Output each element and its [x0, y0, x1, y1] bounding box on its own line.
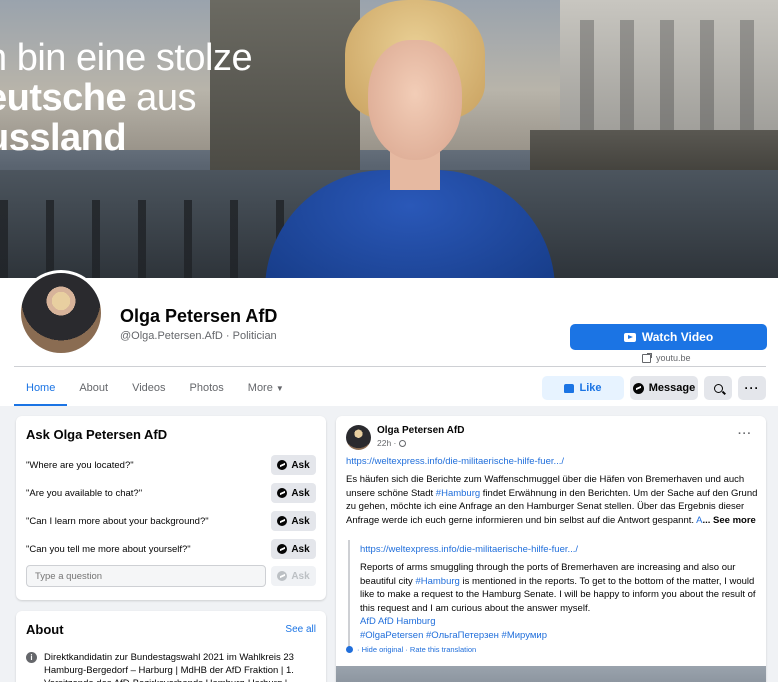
- about-text: Direktkandidatin zur Bundestagswahl 2021…: [44, 652, 294, 682]
- tab-videos[interactable]: Videos: [120, 372, 177, 406]
- search-icon: [713, 383, 723, 393]
- ask-button[interactable]: Ask: [271, 511, 316, 531]
- see-all-link[interactable]: See all: [285, 624, 316, 635]
- slogan-line-2: eutsche aus: [0, 78, 252, 118]
- messenger-icon: [277, 460, 288, 470]
- translation-footer[interactable]: · Hide original · Rate this translation: [346, 645, 476, 654]
- post-timestamp[interactable]: 22h ·: [377, 438, 407, 448]
- external-link-icon: [642, 352, 652, 363]
- cover-photo[interactable]: h bin eine stolze eutsche aus ussland: [0, 0, 778, 278]
- profile-avatar[interactable]: [18, 270, 104, 356]
- slogan-line-2-bold: eutsche: [0, 77, 127, 119]
- facebook-page: h bin eine stolze eutsche aus ussland Ol…: [0, 0, 778, 682]
- more-dots-icon: ···: [744, 381, 760, 395]
- like-button[interactable]: Like: [542, 376, 624, 400]
- messenger-icon: [277, 516, 288, 526]
- more-actions-button[interactable]: ···: [738, 376, 766, 400]
- ask-row: "Are you available to chat?" Ask: [26, 482, 316, 504]
- profile-handle: @Olga.Petersen.AfD · Politician: [120, 330, 277, 342]
- watch-video-button[interactable]: Watch Video: [570, 324, 767, 350]
- post-media-preview[interactable]: [336, 666, 766, 682]
- info-icon: i: [26, 652, 37, 663]
- see-more-link[interactable]: ... See more: [703, 515, 756, 526]
- ask-row: "Can you tell me more about yourself?" A…: [26, 538, 316, 560]
- about-card: About See all i Direktkandidatin zur Bun…: [16, 611, 326, 682]
- translation-tags-line-2[interactable]: #OlgaPetersen #ОльгаПетерзен #Мирумир: [360, 629, 758, 643]
- slogan-line-2-rest: aus: [126, 77, 196, 119]
- post-translation: https://weltexpress.info/die-militaerisc…: [348, 540, 758, 652]
- slogan-line-1: h bin eine stolze: [0, 37, 253, 79]
- ask-question: "Can I learn more about your background?…: [26, 515, 209, 527]
- cover-slogan: h bin eine stolze eutsche aus ussland: [0, 37, 253, 159]
- caret-down-icon: ▼: [275, 384, 284, 393]
- post-author-avatar[interactable]: [346, 425, 371, 450]
- cover-person-face: [368, 40, 462, 160]
- post-body: Es häufen sich die Berichte zum Waffensc…: [346, 473, 758, 527]
- ask-row: "Can I learn more about your background?…: [26, 510, 316, 532]
- tab-photos[interactable]: Photos: [178, 372, 236, 406]
- slogan-line-3: ussland: [0, 117, 127, 159]
- watch-video-label: Watch Video: [641, 330, 714, 344]
- gear-icon: [346, 646, 353, 653]
- message-label: Message: [648, 382, 696, 394]
- translation-tags-line-1[interactable]: AfD AfD Hamburg: [360, 615, 758, 629]
- play-icon: [623, 332, 636, 342]
- header-divider: [14, 366, 766, 367]
- ask-button-label: Ask: [291, 543, 310, 555]
- tab-about[interactable]: About: [67, 372, 120, 406]
- tab-home[interactable]: Home: [14, 372, 68, 406]
- ask-card: Ask Olga Petersen AfD "Where are you loc…: [16, 416, 326, 600]
- translation-link[interactable]: https://weltexpress.info/die-militaerisc…: [360, 544, 758, 555]
- ask-button[interactable]: Ask: [271, 455, 316, 475]
- messenger-icon: [277, 571, 288, 581]
- profile-name[interactable]: Olga Petersen AfD: [120, 306, 277, 327]
- globe-icon: [399, 439, 407, 447]
- ask-submit-button[interactable]: Ask: [271, 566, 316, 586]
- messenger-icon: [277, 488, 288, 498]
- thumbs-up-icon: [564, 383, 575, 393]
- ask-button-label: Ask: [291, 459, 310, 471]
- ask-row: "Where are you located?" Ask: [26, 454, 316, 476]
- post-options-button[interactable]: ···: [738, 428, 752, 440]
- ask-question-input[interactable]: [26, 565, 266, 587]
- post-hashtag[interactable]: #Hamburg: [436, 488, 480, 499]
- ask-card-title: Ask Olga Petersen AfD: [26, 427, 168, 442]
- translation-body: Reports of arms smuggling through the po…: [360, 561, 758, 615]
- messenger-icon: [632, 382, 644, 394]
- ask-button[interactable]: Ask: [271, 483, 316, 503]
- translation-hashtag[interactable]: #Hamburg: [415, 576, 459, 587]
- watch-video-domain[interactable]: youtu.be: [642, 352, 691, 363]
- post-link[interactable]: https://weltexpress.info/die-militaerisc…: [346, 456, 564, 467]
- post-time-label: 22h ·: [377, 438, 397, 448]
- ask-question: "Where are you located?": [26, 459, 134, 471]
- messenger-icon: [277, 544, 288, 554]
- page-actions: Like Message ···: [542, 376, 766, 400]
- profile-tabs: Home About Videos Photos More ▼: [14, 372, 296, 406]
- post-author-name[interactable]: Olga Petersen AfD: [377, 425, 464, 436]
- search-button[interactable]: [704, 376, 732, 400]
- tab-more[interactable]: More ▼: [236, 372, 296, 406]
- ask-button-label: Ask: [291, 487, 310, 499]
- post-card: Olga Petersen AfD 22h · ··· https://welt…: [336, 416, 766, 682]
- like-label: Like: [579, 382, 602, 394]
- ask-question: "Can you tell me more about yourself?": [26, 543, 191, 555]
- ask-submit-label: Ask: [291, 570, 310, 582]
- ask-button[interactable]: Ask: [271, 539, 316, 559]
- ask-question: "Are you available to chat?": [26, 487, 143, 499]
- ask-button-label: Ask: [291, 515, 310, 527]
- tab-more-label: More: [247, 382, 273, 394]
- message-button[interactable]: Message: [630, 376, 698, 400]
- watch-domain-label: youtu.be: [656, 353, 691, 363]
- translation-footer-label: · Hide original · Rate this translation: [357, 645, 477, 654]
- about-card-title: About: [26, 622, 64, 637]
